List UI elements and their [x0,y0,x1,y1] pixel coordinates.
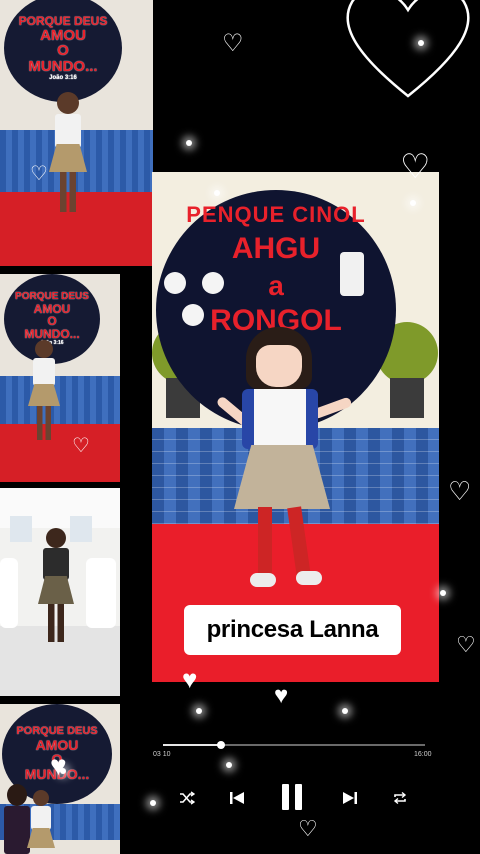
sign-line: MUNDO... [28,58,98,76]
heart-icon: ♡ [222,30,244,57]
sparkle [150,800,156,806]
sparkle [440,590,446,596]
time-elapsed: 03 10 [153,751,171,758]
seek-bar[interactable] [163,741,425,749]
thumbnail-1[interactable]: PORQUE DEUS AMOU O MUNDO... João 3:16 [0,0,153,266]
cartoon-girl [212,327,362,597]
heart-icon: ♥ [182,664,198,694]
thumbnail-3[interactable] [0,488,120,696]
time-total: 16:00 [414,751,432,758]
repeat-icon [393,791,407,805]
sparkle [342,708,348,714]
child-figure [26,340,62,450]
previous-button[interactable] [225,786,249,810]
heart-icon: ♡ [456,632,476,657]
sparkle [226,762,232,768]
child-figure [48,92,88,222]
sign-line: PORQUE DEUS [18,13,108,28]
child-figure [26,790,56,854]
seek-bar-knob[interactable] [216,741,225,749]
sign-verse: João 3:16 [49,74,77,81]
name-caption: princesa Lanna [184,605,401,655]
sign-line: PENQUE CINOL [186,202,366,227]
child-figure [36,528,76,658]
heart-icon: ♡ [400,148,431,186]
sign-line: MUNDO... [24,326,80,341]
shuffle-icon [180,791,195,805]
next-icon [343,792,357,804]
large-heart-outline [346,0,470,98]
heart-icon: ♥ [50,750,67,781]
thumbnail-sign: PORQUE DEUS AMOU O MUNDO... João 3:16 [4,0,122,102]
sign-figure [340,252,364,296]
previous-icon [230,792,244,804]
sparkle [410,200,416,206]
sign-line: O [57,42,69,60]
shuffle-button[interactable] [176,787,198,809]
sparkle [196,708,202,714]
thumbnail-2[interactable]: PORQUE DEUS AMOU O MUNDO... João 3:16 [0,274,120,482]
next-button[interactable] [338,786,362,810]
sparkle [186,140,192,146]
sparkle [214,190,220,196]
repeat-button[interactable] [389,787,411,809]
sign-line: PORQUE DEUS [16,725,98,738]
pause-button[interactable] [276,781,308,813]
heart-icon: ♡ [30,163,48,185]
pause-icon [282,784,302,810]
heart-icon: ♡ [298,816,318,841]
sign-line: AMOU [40,26,86,44]
heart-icon: ♡ [72,435,90,457]
seek-bar-fill [163,744,221,746]
heart-icon: ♥ [274,682,289,709]
heart-icon: ♡ [448,476,472,506]
